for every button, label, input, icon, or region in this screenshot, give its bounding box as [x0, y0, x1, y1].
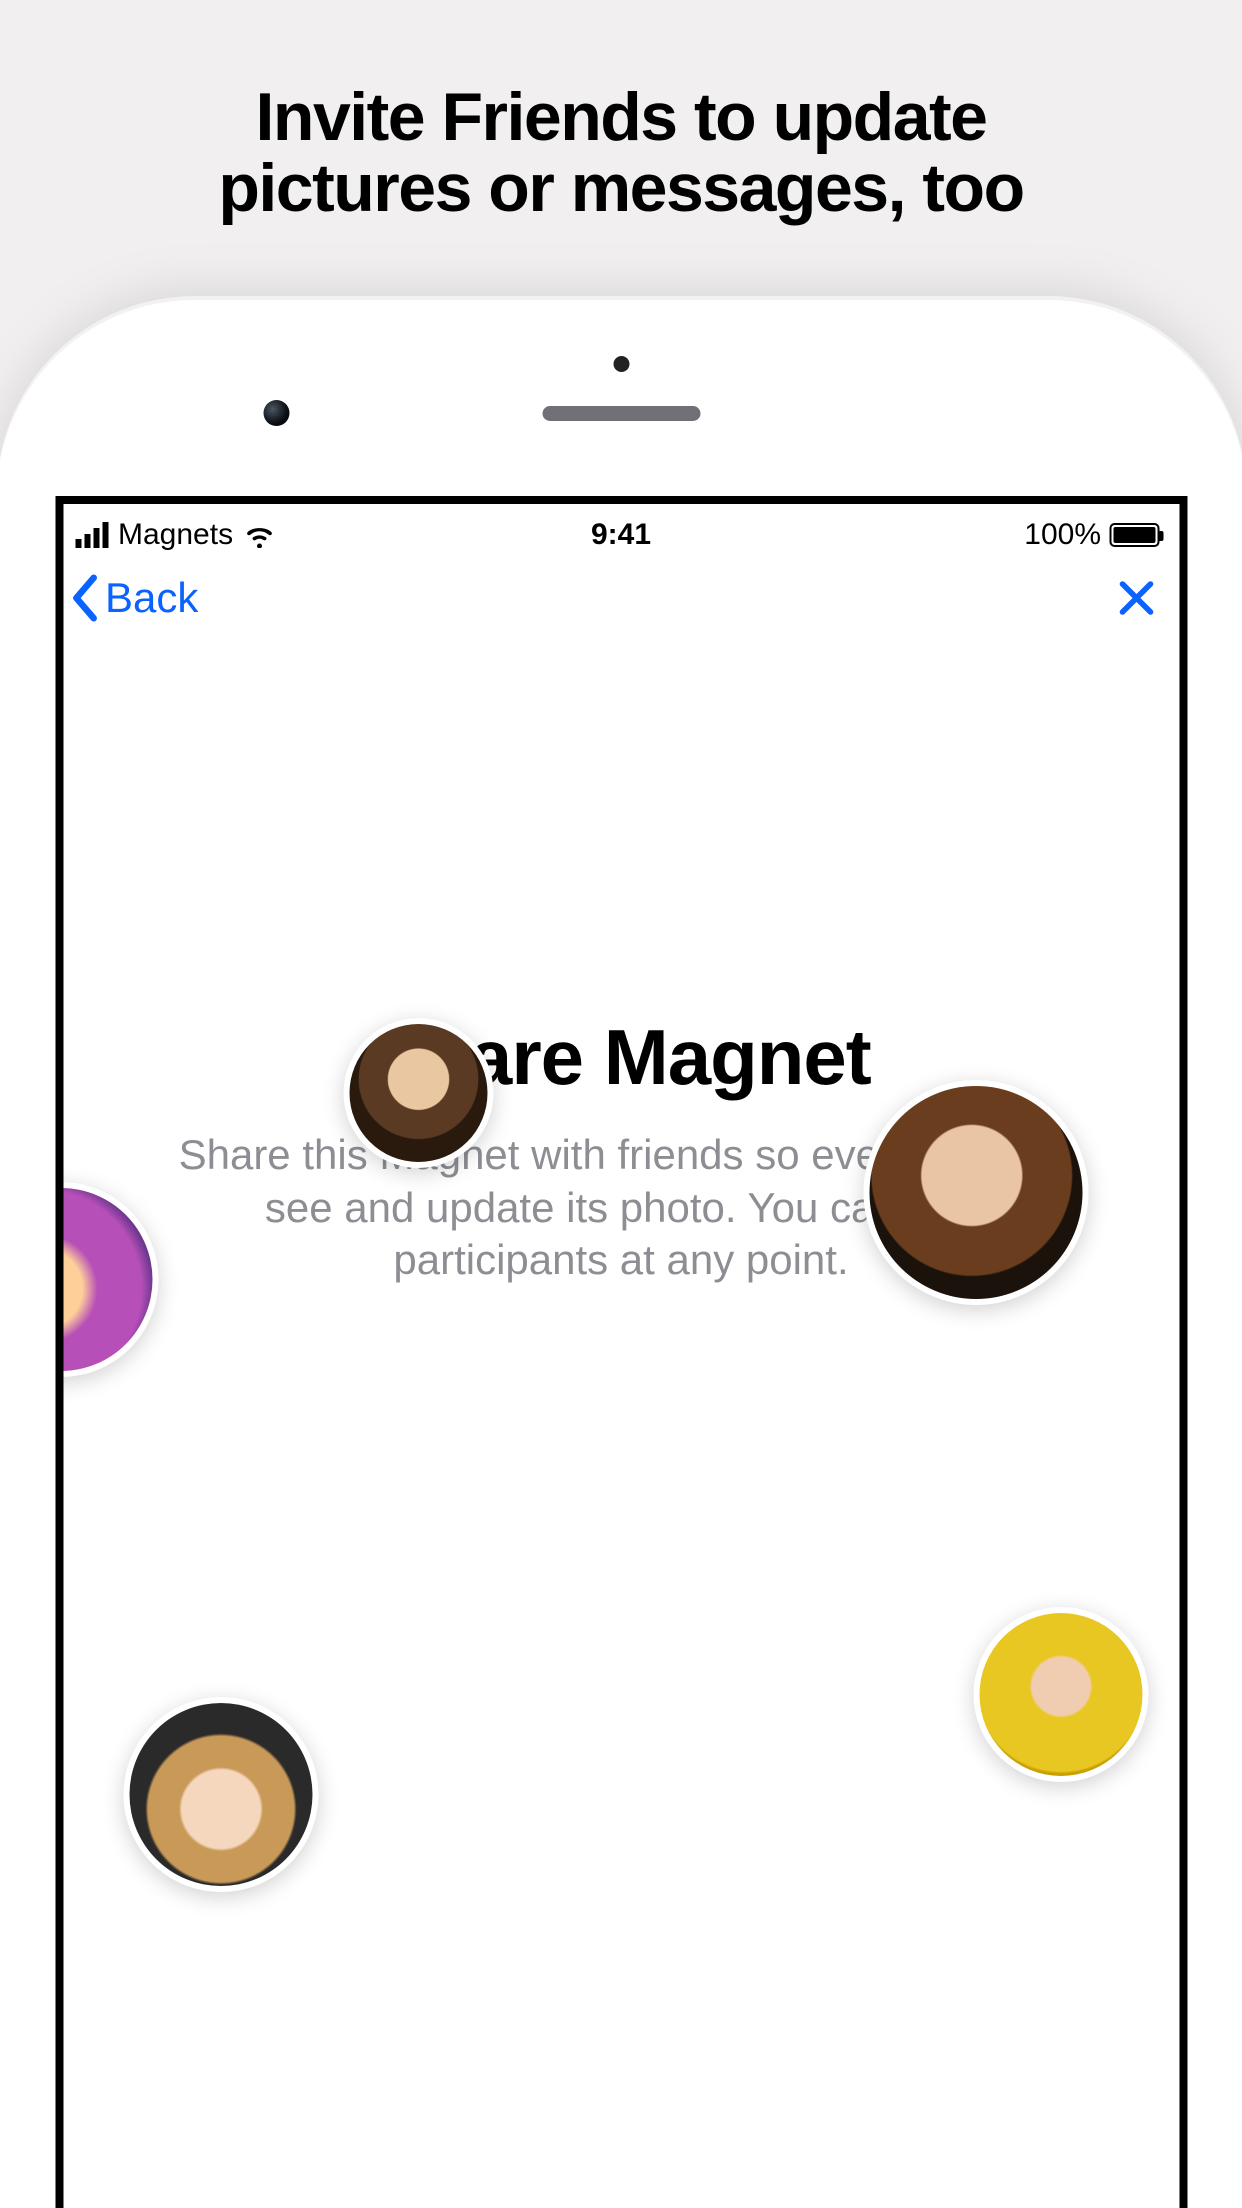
- phone-mock-container: Magnets 9:41 100%: [0, 280, 1242, 2208]
- avatar: [55, 1182, 158, 1377]
- status-time: 9:41: [591, 518, 651, 552]
- avatar: [123, 1697, 318, 1892]
- wifi-icon: [243, 522, 275, 548]
- chevron-left-icon: [67, 572, 105, 624]
- phone-camera-icon: [263, 400, 289, 426]
- promo-heading: Invite Friends to update pictures or mes…: [0, 0, 1242, 225]
- close-button[interactable]: [1115, 577, 1157, 619]
- battery-percent-label: 100%: [1024, 518, 1101, 552]
- content-area: Share Magnet Share this Magnet with frie…: [63, 1012, 1179, 2208]
- status-bar: Magnets 9:41 100%: [63, 504, 1179, 566]
- promo-heading-line2: pictures or messages, too: [0, 153, 1242, 224]
- battery-icon: [1109, 523, 1159, 547]
- phone-earpiece-icon: [542, 406, 700, 421]
- phone-proximity-sensor-icon: [613, 356, 629, 372]
- avatar: [973, 1607, 1148, 1782]
- screen: Magnets 9:41 100%: [55, 496, 1187, 2208]
- promo-heading-line1: Invite Friends to update: [0, 82, 1242, 153]
- phone-outer-shell: Magnets 9:41 100%: [0, 296, 1242, 2208]
- phone-front-face: Magnets 9:41 100%: [0, 300, 1242, 2208]
- carrier-label: Magnets: [118, 518, 233, 552]
- avatar: [863, 1080, 1088, 1305]
- avatar: [343, 1018, 493, 1168]
- back-text: Back: [105, 574, 198, 622]
- close-icon: [1115, 577, 1157, 619]
- cellular-signal-icon: [75, 522, 108, 548]
- nav-bar: Back: [63, 566, 1179, 644]
- back-button[interactable]: Back: [67, 572, 198, 624]
